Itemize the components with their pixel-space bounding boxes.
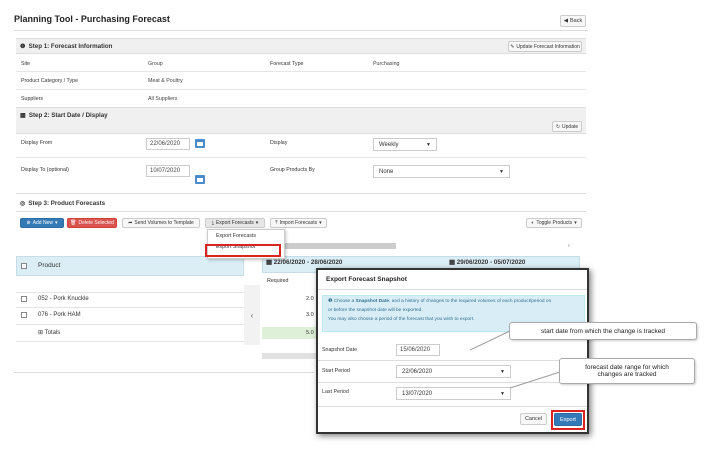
step3-title: Step 3: Product Forecasts (28, 200, 106, 207)
chevron-down-icon: ▼ (426, 141, 431, 148)
update-forecast-info-button[interactable]: ✎ Update Forecast Information (508, 41, 582, 52)
suppliers-label: Suppliers (21, 96, 44, 102)
display-to-label: Display To (optional) (21, 167, 69, 173)
chevron-down-icon: ▼ (500, 390, 505, 397)
chevron-down-icon: ▾ (574, 220, 577, 226)
required-value[interactable]: 3.0 (306, 312, 314, 318)
category-label: Product Category / Type (21, 78, 79, 84)
chevron-right-icon[interactable]: › (568, 243, 570, 249)
site-label: Site (21, 61, 31, 67)
group-by-select[interactable]: None ▼ (373, 165, 510, 178)
import-forecasts-button[interactable]: ⤒ Import Forecasts ▾ (270, 218, 327, 228)
callout-range: forecast date range for which changes ar… (559, 358, 695, 384)
display-from-input[interactable]: 22/06/2020 (146, 138, 190, 150)
divider (14, 30, 588, 31)
product-header: Product (38, 262, 61, 269)
calendar-icon: ▦ (449, 259, 457, 266)
last-period-select[interactable]: 13/07/2020 ▼ (396, 387, 511, 400)
group-by-label: Group Products By (270, 167, 315, 173)
period1-header: ▦ 22/06/2020 - 28/06/2020 (266, 259, 343, 266)
chevron-down-icon: ▾ (54, 220, 58, 226)
calendar-icon: ▦ (266, 259, 274, 266)
totals-value: 5.0 (306, 330, 314, 336)
info-icon: ❶ (20, 43, 26, 50)
scrollbar-bottom[interactable] (262, 353, 316, 359)
start-period-label: Start Period (322, 368, 350, 374)
trash-icon: 🗑 (70, 220, 77, 226)
back-label: Back (570, 18, 583, 24)
download-icon: ⤓ (211, 220, 214, 226)
menu-item-export-forecasts[interactable]: Export Forecasts (208, 230, 284, 241)
export-button[interactable]: Export (554, 413, 582, 426)
group-value: Meat & Poultry (148, 78, 183, 84)
step1-title: Step 1: Forecast Information (28, 43, 113, 50)
chevron-down-icon: ▾ (255, 220, 259, 226)
modal-title: Export Forecast Snapshot (318, 270, 587, 290)
forecast-type-label: Forecast Type (270, 61, 304, 67)
last-period-label: Last Period (322, 389, 349, 395)
forecast-type-value: Purchasing (373, 61, 400, 67)
add-new-button[interactable]: ⊕ Add New ▾ (20, 218, 64, 228)
callout-connector (510, 371, 560, 389)
calendar-icon[interactable] (195, 139, 205, 148)
circle-icon: ◎ (20, 200, 26, 207)
export-forecasts-button[interactable]: ⤓ Export Forecasts ▾ (205, 218, 265, 228)
totals-row: ⊞ Totals (38, 330, 61, 336)
toggle-products-button[interactable]: ◐ Toggle Products ▾ (526, 218, 582, 228)
chevron-down-icon: ▼ (499, 168, 504, 175)
display-from-label: Display From (21, 140, 53, 146)
snapshot-date-input[interactable]: 15/06/2020 (396, 344, 440, 356)
upload-icon: ⤒ (275, 220, 278, 226)
calendar-icon: ▦ (20, 112, 26, 119)
sum-icon: ⊞ (38, 330, 45, 336)
row-checkbox[interactable] (21, 296, 27, 302)
step2-title: Step 2: Start Date / Display (28, 112, 108, 119)
refresh-icon: ↻ (555, 123, 561, 130)
toggle-icon: ◐ (531, 220, 535, 226)
table-row: 052 - Pork Knuckle (38, 296, 89, 302)
chevron-down-icon: ▼ (500, 368, 505, 375)
arrow-left-icon: ◀ (563, 18, 568, 24)
update-button[interactable]: ↻ Update (552, 121, 582, 132)
start-period-select[interactable]: 22/06/2020 ▼ (396, 365, 511, 378)
highlight-box (205, 244, 281, 257)
send-volumes-button[interactable]: ➦ Send Volumes to Template (122, 218, 200, 228)
required-value[interactable]: 2.0 (306, 296, 314, 302)
delete-selected-button[interactable]: 🗑 Delete Selected (67, 218, 117, 228)
display-select[interactable]: Weekly ▼ (373, 138, 437, 151)
callout-snapshot: start date from which the change is trac… (509, 322, 697, 340)
collapse-arrow-icon[interactable]: ‹ (244, 285, 260, 345)
suppliers-value: All Suppliers (148, 96, 178, 102)
edit-icon: ✎ (510, 43, 515, 50)
step2-header: ▦ Step 2: Start Date / Display ↻ Update (16, 107, 586, 134)
chevron-down-icon: ▾ (319, 220, 322, 226)
display-label: Display (270, 140, 288, 146)
calendar-icon[interactable] (195, 175, 205, 184)
cancel-button[interactable]: Cancel (520, 413, 547, 425)
plus-icon: ⊕ (26, 220, 31, 226)
page-title: Planning Tool - Purchasing Forecast (14, 14, 170, 24)
period2-header: ▦ 29/06/2020 - 05/07/2020 (449, 259, 526, 266)
callout-connector (470, 330, 510, 351)
export-snapshot-modal: Export Forecast Snapshot ❶ Choose a Snap… (316, 268, 589, 434)
table-row: 076 - Pork HAM (38, 312, 81, 318)
back-button[interactable]: ◀ Back (560, 15, 586, 27)
step1-header: ❶ Step 1: Forecast Information ✎ Update Fo… (16, 38, 586, 54)
required-label: Required (267, 278, 289, 284)
share-icon: ➦ (128, 220, 133, 226)
row-checkbox[interactable] (21, 312, 27, 318)
select-all-checkbox[interactable] (21, 263, 27, 269)
group-label: Group (148, 61, 163, 67)
display-to-input[interactable]: 10/07/2020 (146, 165, 190, 177)
snapshot-date-label: Snapshot Date (322, 347, 358, 353)
